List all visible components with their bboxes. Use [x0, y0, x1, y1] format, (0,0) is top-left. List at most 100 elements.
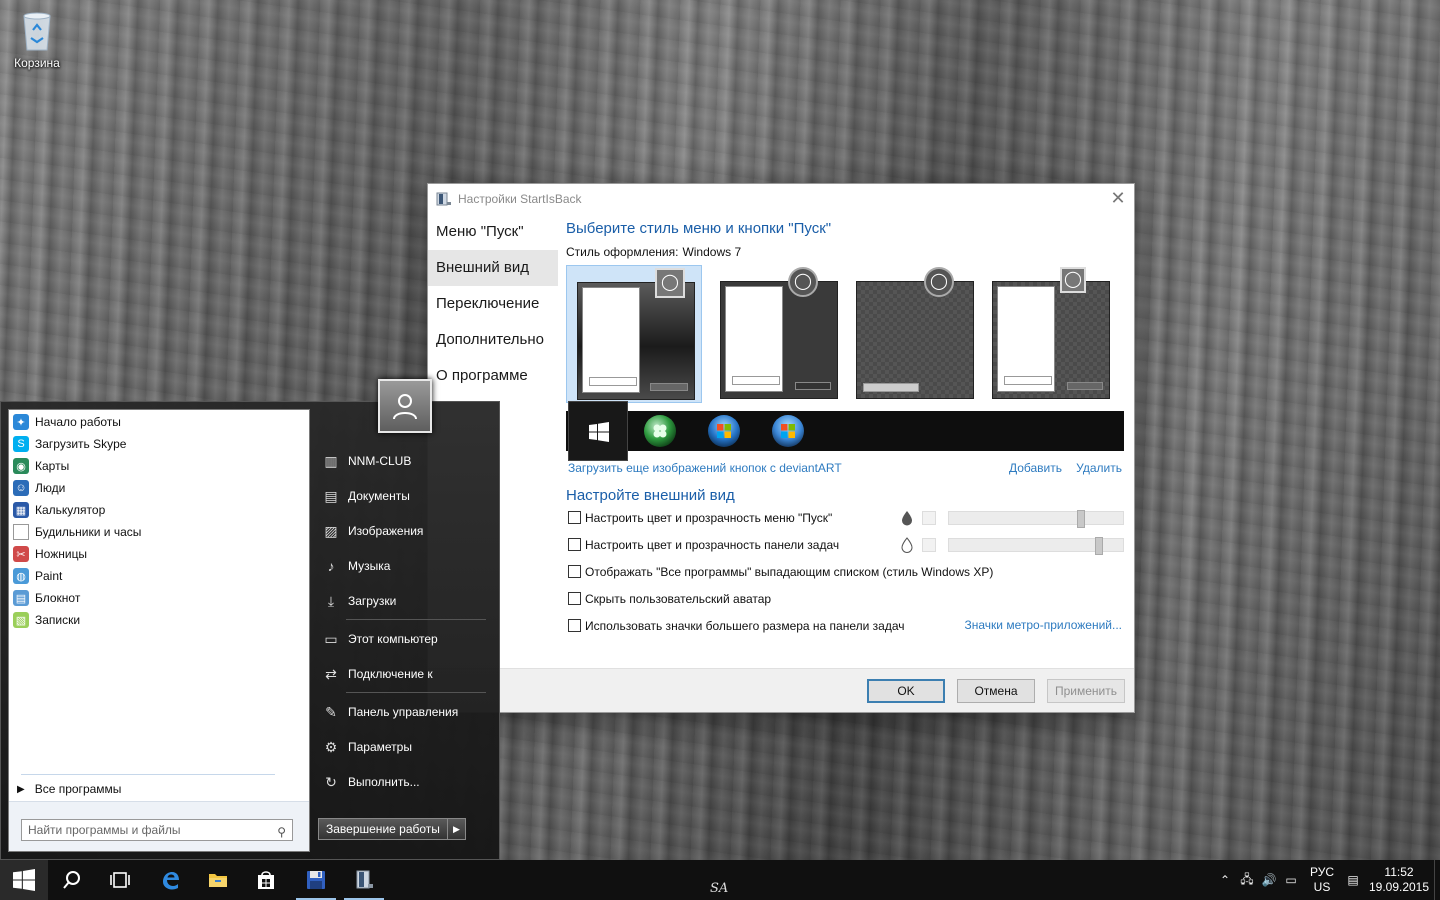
list-item[interactable]: ✂ Ножницы — [9, 543, 309, 565]
option-taskbar-color: Настроить цвет и прозрачность панели зад… — [566, 531, 1124, 558]
style-thumb-classic[interactable]: ◯ — [982, 265, 1118, 403]
task-view-button[interactable] — [96, 860, 144, 900]
title-bar[interactable]: Настройки StartIsBack ✕ — [428, 184, 1134, 214]
style-thumb-plain[interactable]: ◯ — [710, 265, 846, 403]
thumb-search — [863, 383, 919, 392]
place-user-folder[interactable]: ▥ NNM-CLUB — [316, 443, 492, 478]
thumb-panel — [725, 286, 783, 392]
music-icon: ♪ — [327, 557, 335, 574]
list-item[interactable]: ▧ Записки — [9, 609, 309, 631]
input-language-indicator[interactable]: РУС US — [1302, 865, 1342, 895]
ok-button[interactable]: OK — [867, 679, 945, 703]
thumb-search — [1004, 376, 1052, 385]
close-button[interactable]: ✕ — [1108, 189, 1128, 209]
people-icon: ☺ — [13, 480, 29, 496]
list-item-label: Будильники и часы — [35, 525, 142, 539]
taskbar-color-checkbox[interactable] — [568, 538, 581, 551]
show-desktop-button[interactable] — [1434, 860, 1440, 900]
slider-thumb[interactable] — [1095, 537, 1103, 555]
start-orb-clover[interactable] — [644, 415, 676, 447]
option-label: Отображать "Все программы" выпадающим сп… — [585, 564, 994, 579]
nav-switching[interactable]: Переключение — [428, 286, 558, 322]
nav-start-menu[interactable]: Меню "Пуск" — [428, 214, 558, 250]
style-thumb-metro[interactable]: ◯ — [846, 265, 982, 403]
file-explorer-button[interactable] — [194, 860, 242, 900]
search-placeholder: Найти программы и файлы — [28, 823, 181, 837]
downloads-icon: ⤓ — [327, 592, 335, 609]
metro-icons-link[interactable]: Значки метро-приложений... — [965, 618, 1122, 632]
shutdown-options-button[interactable]: ▶ — [447, 818, 466, 840]
apply-button[interactable]: Применить — [1047, 679, 1125, 703]
thumb-preview — [992, 281, 1110, 399]
store-button[interactable] — [242, 860, 290, 900]
place-run[interactable]: ↻ Выполнить... — [316, 764, 492, 799]
list-item[interactable]: ▤ Блокнот — [9, 587, 309, 609]
start-orb-windows10[interactable] — [568, 401, 628, 461]
volume-button[interactable]: 🔊 — [1258, 860, 1280, 900]
list-item[interactable]: ☺ Люди — [9, 477, 309, 499]
place-pictures[interactable]: ▨ Изображения — [316, 513, 492, 548]
clock[interactable]: 11:52 19.09.2015 — [1364, 865, 1434, 895]
floppy-app-button[interactable] — [292, 860, 340, 900]
add-button-link[interactable]: Добавить — [1009, 461, 1062, 475]
place-connect[interactable]: ⇄ Подключение к — [316, 656, 492, 691]
search-button[interactable] — [48, 860, 96, 900]
recycle-bin-shortcut[interactable]: Корзина — [8, 8, 66, 70]
place-this-pc[interactable]: ▭ Этот компьютер — [316, 621, 492, 656]
place-music[interactable]: ♪ Музыка — [316, 548, 492, 583]
edge-button[interactable] — [146, 860, 194, 900]
thumb-shutdown — [1067, 382, 1103, 390]
list-item[interactable]: S Загрузить Skype — [9, 433, 309, 455]
search-icon — [63, 871, 80, 889]
option-start-menu-color: Настроить цвет и прозрачность меню "Пуск… — [566, 504, 1124, 531]
triangle-right-icon: ▶ — [17, 783, 25, 795]
nav-about[interactable]: О программе — [428, 358, 558, 394]
place-settings[interactable]: ⚙ Параметры — [316, 729, 492, 764]
list-item[interactable]: Будильники и часы — [9, 521, 309, 543]
remove-button-link[interactable]: Удалить — [1076, 461, 1122, 475]
place-control-panel[interactable]: ✎ Панель управления — [316, 694, 492, 729]
list-item[interactable]: ✦ Начало работы — [9, 411, 309, 433]
hide-avatar-checkbox[interactable] — [568, 592, 581, 605]
list-item-label: Paint — [35, 569, 63, 583]
place-documents[interactable]: ▤ Документы — [316, 478, 492, 513]
divider — [21, 774, 275, 775]
large-icons-checkbox[interactable] — [568, 619, 581, 632]
startisback-settings-button[interactable] — [340, 860, 388, 900]
start-orb-windows7-alt[interactable] — [772, 415, 804, 447]
show-hidden-icons-button[interactable]: ⌃ — [1214, 860, 1236, 900]
list-item[interactable]: ◍ Paint — [9, 565, 309, 587]
slider-thumb[interactable] — [1077, 510, 1085, 528]
network-button[interactable]: 🖧 — [1236, 860, 1258, 900]
windows-logo-icon — [589, 422, 609, 442]
start-menu-color-swatch[interactable] — [922, 511, 936, 525]
start-orb-windows7[interactable] — [708, 415, 740, 447]
user-avatar[interactable] — [378, 379, 432, 433]
nav-advanced[interactable]: Дополнительно — [428, 322, 558, 358]
list-item-label: Люди — [35, 481, 66, 495]
shutdown-button[interactable]: Завершение работы — [318, 818, 448, 840]
all-programs-button[interactable]: ▶ Все программы — [17, 782, 121, 796]
deviantart-download-link[interactable]: Загрузить еще изображений кнопок с devia… — [568, 461, 842, 475]
taskbar-transparency-slider[interactable] — [948, 537, 1124, 555]
start-menu-transparency-slider[interactable] — [948, 510, 1124, 528]
computer-icon: ▭ — [324, 630, 338, 647]
cancel-button[interactable]: Отмена — [957, 679, 1035, 703]
taskbar-color-swatch[interactable] — [922, 538, 936, 552]
startisback-app-icon — [436, 192, 451, 206]
place-label: Панель управления — [348, 704, 459, 719]
list-item[interactable]: ▦ Калькулятор — [9, 499, 309, 521]
search-input[interactable]: Найти программы и файлы ⚲ — [21, 819, 293, 841]
style-thumb-windows7[interactable]: ◯ — [566, 265, 702, 403]
action-center-button[interactable]: ▤ — [1342, 860, 1364, 900]
place-downloads[interactable]: ⤓ Загрузки — [316, 583, 492, 618]
start-menu-color-checkbox[interactable] — [568, 511, 581, 524]
system-tray: ⌃ 🖧 🔊 ▭ РУС US ▤ 11:52 19.09.2015 — [1214, 860, 1440, 900]
xp-dropdown-checkbox[interactable] — [568, 565, 581, 578]
list-item[interactable]: ◉ Карты — [9, 455, 309, 477]
start-button[interactable] — [0, 860, 48, 900]
avatar-icon: ◯ — [788, 267, 818, 297]
chevron-up-icon: ⌃ — [1219, 873, 1231, 887]
language-button[interactable]: ▭ — [1280, 860, 1302, 900]
nav-appearance[interactable]: Внешний вид — [428, 250, 558, 286]
